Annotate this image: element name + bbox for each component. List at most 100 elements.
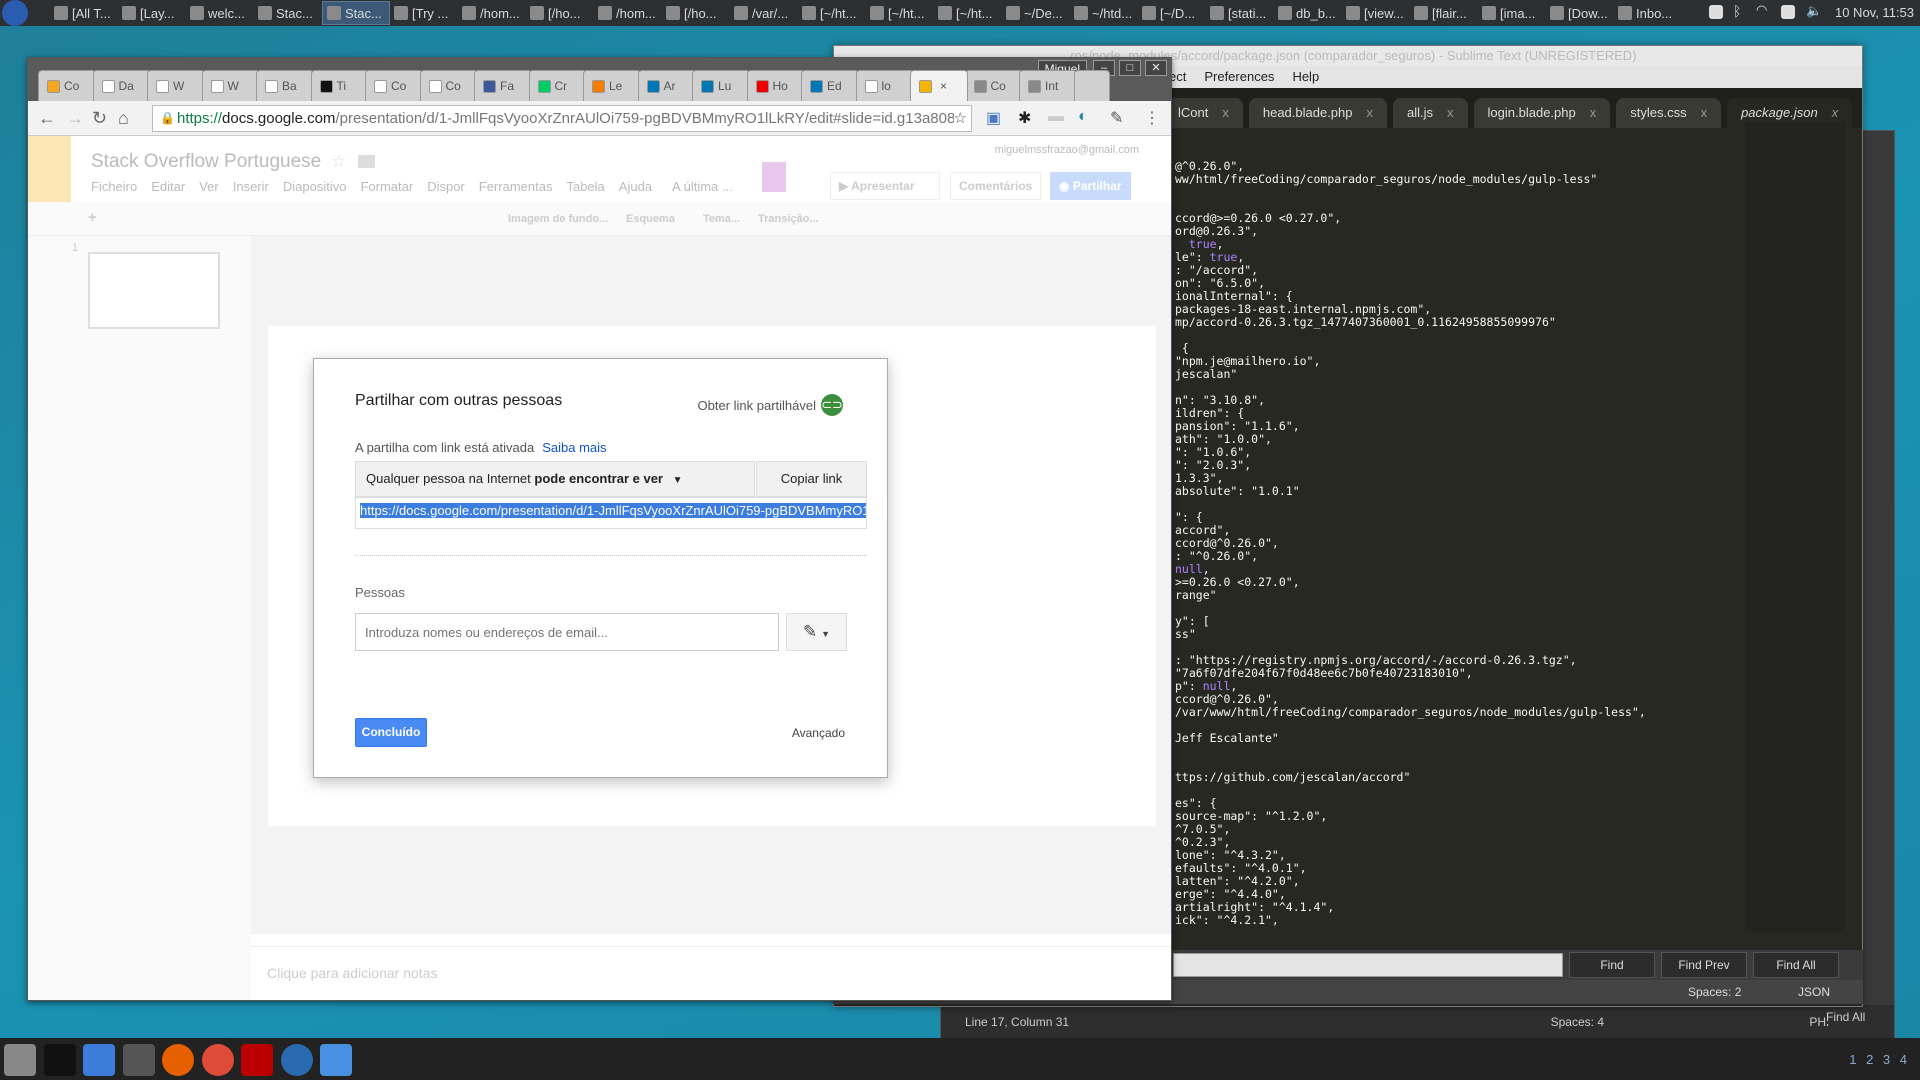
window-list-item[interactable]: welc... [186, 1, 254, 25]
wifi-icon[interactable]: ◠ [1756, 2, 1770, 17]
browser-tab[interactable]: Ti [310, 70, 369, 101]
window-list-item[interactable]: [~/ht... [798, 1, 866, 25]
star-icon[interactable]: ☆ [331, 152, 346, 172]
screenshot-extension-icon[interactable]: ▣ [986, 108, 1001, 128]
new-tab-button[interactable] [1073, 70, 1110, 101]
slide-thumbnail[interactable] [88, 252, 220, 329]
docs-menu-item[interactable]: Formatar [360, 179, 413, 194]
syntax-status[interactable]: JSON [1798, 985, 1830, 999]
window-list-item[interactable]: [~/D... [1138, 1, 1206, 25]
close-button[interactable]: ✕ [1145, 60, 1167, 76]
maximize-button[interactable]: □ [1119, 60, 1141, 76]
share-url-field[interactable]: https://docs.google.com/presentation/d/1… [355, 497, 867, 529]
window-list-item[interactable]: [ima... [1478, 1, 1546, 25]
window-list-item[interactable]: [stati... [1206, 1, 1274, 25]
extension-icon[interactable]: ◐ [1078, 108, 1088, 126]
menu-preferences[interactable]: Preferences [1204, 66, 1274, 88]
address-bar[interactable]: 🔒 https://docs.google.com/presentation/d… [152, 105, 972, 132]
extension-icon[interactable]: ▬ [1048, 108, 1064, 126]
thunderbird-icon[interactable] [280, 1044, 313, 1076]
tab-close-icon[interactable]: x [1367, 105, 1374, 120]
code-editor[interactable]: @^0.26.0", ww/html/freeCoding/comparador_… [1175, 160, 1646, 927]
window-list-item[interactable]: ~/htd... [1070, 1, 1138, 25]
browser-tab[interactable]: × [910, 70, 968, 101]
browser-tab[interactable]: Co [419, 70, 478, 101]
window-list-item[interactable]: [Try ... [390, 1, 458, 25]
system-monitor-icon[interactable] [83, 1044, 115, 1076]
document-title[interactable]: Stack Overflow Portuguese [91, 151, 321, 173]
mail-icon[interactable] [1781, 5, 1795, 19]
done-button[interactable]: Concluído [355, 718, 427, 747]
browser-tab[interactable]: Lu [692, 70, 750, 101]
docs-menu-item[interactable]: A última ... [672, 179, 733, 194]
docs-menu-item[interactable]: Ver [199, 179, 219, 194]
volume-icon[interactable]: 🔈 [1806, 3, 1822, 18]
window-list-item[interactable]: /var/... [730, 1, 798, 25]
edit-permission-button[interactable]: ✎ ▼ [786, 613, 847, 651]
browser-tab[interactable]: Ba [256, 70, 314, 101]
tab-close-icon[interactable]: x [1222, 105, 1229, 120]
browser-tab[interactable]: Ar [637, 70, 696, 101]
chrome-menu-icon[interactable]: ⋮ [1144, 108, 1160, 128]
find-input[interactable] [1173, 953, 1563, 977]
window-list-item[interactable]: [Lay... [118, 1, 186, 25]
people-input[interactable] [355, 613, 779, 651]
share-button[interactable]: ◉ Partilhar [1050, 172, 1131, 200]
transition-button[interactable]: Transição... [758, 213, 819, 225]
minimap[interactable] [1745, 122, 1845, 932]
back-find-all[interactable]: Find All [1826, 1010, 1866, 1024]
indentation-status[interactable]: Spaces: 2 [1688, 985, 1741, 999]
tab-close-icon[interactable]: x [1832, 105, 1839, 120]
window-list-item[interactable]: [~/ht... [934, 1, 1002, 25]
browser-tab[interactable]: Le [583, 70, 641, 101]
editor-tab[interactable]: head.blade.php x [1248, 98, 1388, 128]
browser-tab[interactable]: lo [855, 70, 914, 101]
learn-more-link[interactable]: Saiba mais [542, 440, 606, 455]
browser-tab[interactable]: W [147, 70, 205, 101]
find-button[interactable]: Find [1569, 952, 1655, 978]
browser-tab[interactable]: Ed [801, 70, 859, 101]
docs-menu-item[interactable]: Inserir [233, 179, 269, 194]
back-icon[interactable]: ← [38, 108, 56, 129]
window-list-item[interactable]: db_b... [1274, 1, 1342, 25]
bookmark-star-icon[interactable]: ☆ [953, 106, 967, 131]
window-list-item[interactable]: Inbo... [1614, 1, 1682, 25]
find-all-button[interactable]: Find All [1753, 952, 1839, 978]
window-list-item[interactable]: [Dow... [1546, 1, 1614, 25]
find-prev-button[interactable]: Find Prev [1661, 952, 1747, 978]
get-shareable-link[interactable]: Obter link partilhável ⊂⊃ [698, 394, 843, 416]
account-email[interactable]: miguelmssfrazao@gmail.com [995, 144, 1139, 156]
window-list-item[interactable]: [view... [1342, 1, 1410, 25]
menu-help[interactable]: Help [1292, 66, 1319, 88]
docs-menu-item[interactable]: Ferramentas [479, 179, 553, 194]
browser-tab[interactable]: Int [1019, 70, 1077, 101]
editor-tab[interactable]: all.js x [1393, 98, 1468, 128]
editor-tab[interactable]: styles.css x [1616, 98, 1722, 128]
filezilla-icon[interactable] [241, 1044, 273, 1076]
permission-dropdown[interactable]: Qualquer pessoa na Internet pode encontr… [355, 461, 755, 497]
folder-icon[interactable] [358, 155, 375, 168]
clock[interactable]: 10 Nov, 11:53 [1835, 5, 1914, 20]
window-list-item[interactable]: /hom... [594, 1, 662, 25]
slides-logo[interactable] [28, 136, 71, 202]
window-list-item[interactable]: [All T... [50, 1, 118, 25]
theme-button[interactable]: Tema... [703, 213, 740, 225]
new-slide-icon[interactable]: + [88, 209, 97, 226]
docs-menu-item[interactable]: Tabela [566, 179, 604, 194]
copy-link-button[interactable]: Copiar link [756, 461, 867, 497]
editor-tab[interactable]: login.blade.php x [1473, 98, 1611, 128]
present-button[interactable]: ▶ Apresentar [830, 172, 940, 200]
layout-button[interactable]: Esquema [626, 213, 675, 225]
colorpicker-extension-icon[interactable]: ✎ [1110, 108, 1123, 128]
browser-tab[interactable]: Co [38, 70, 96, 101]
menu-icon[interactable] [2, 0, 28, 26]
window-list-item[interactable]: [~/ht... [866, 1, 934, 25]
docs-menu-item[interactable]: Diapositivo [283, 179, 347, 194]
tab-close-icon[interactable]: x [1590, 105, 1597, 120]
chrome-icon[interactable] [201, 1044, 234, 1076]
downloader-icon[interactable] [320, 1044, 352, 1076]
window-list-item[interactable]: /hom... [458, 1, 526, 25]
window-list-item[interactable]: [/ho... [662, 1, 730, 25]
editor-tab[interactable]: lCont x [1164, 98, 1243, 128]
comments-button[interactable]: Comentários [950, 172, 1042, 200]
